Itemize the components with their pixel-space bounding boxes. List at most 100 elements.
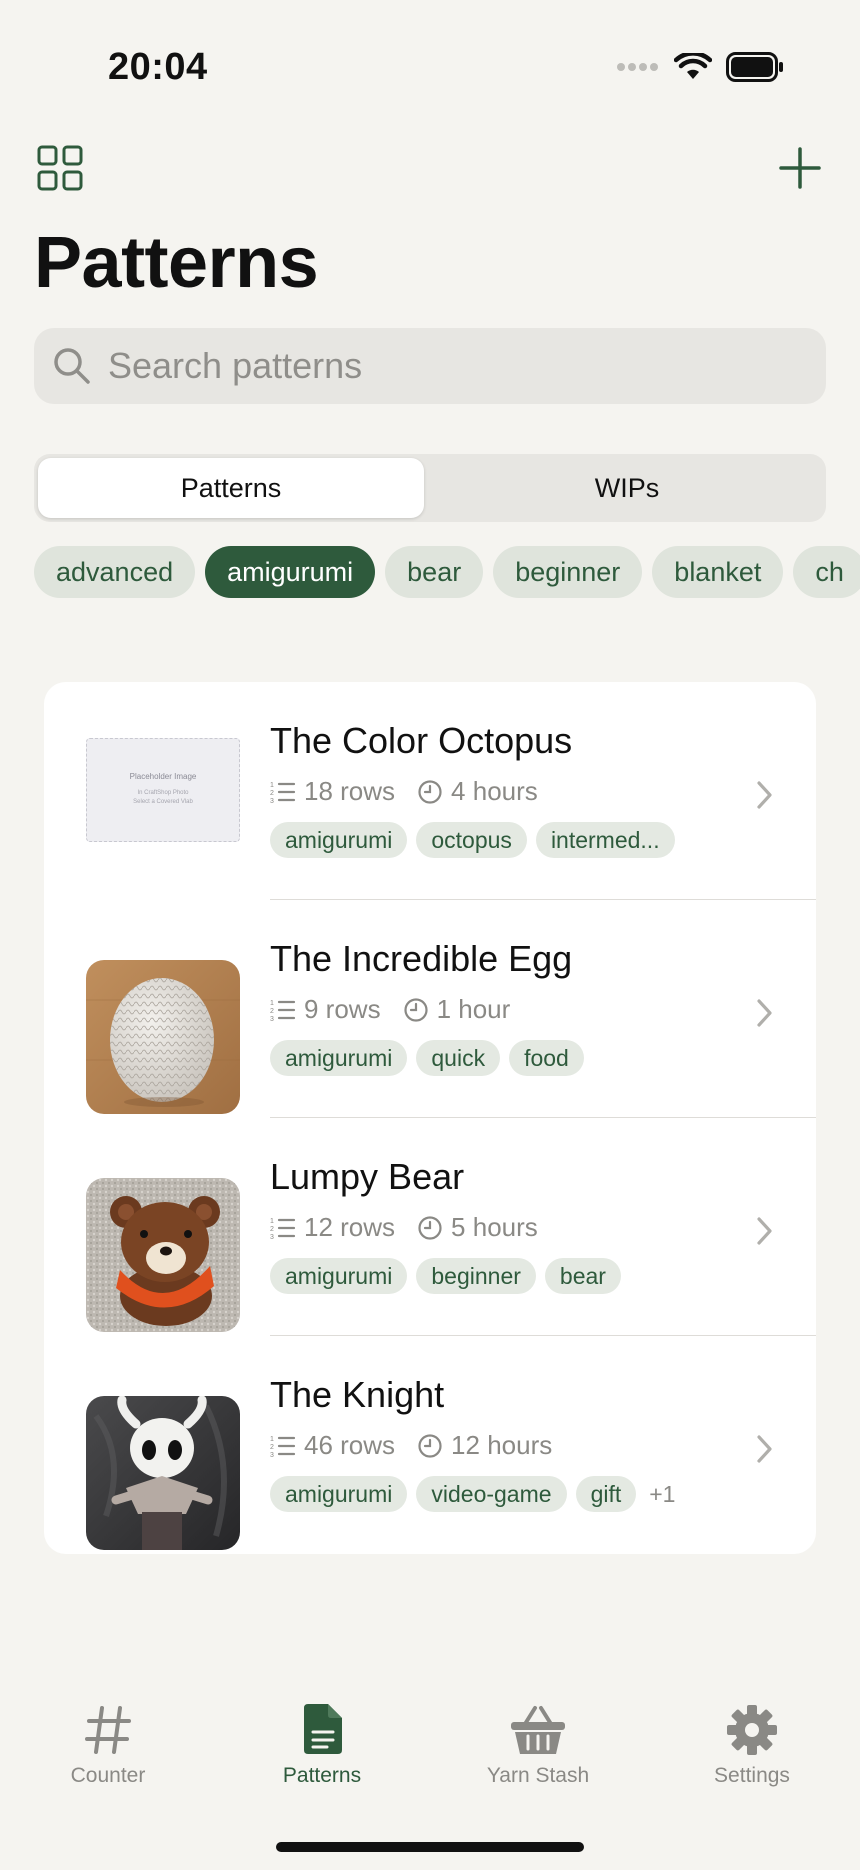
cellular-signal-icon: [617, 63, 658, 71]
chip-ch[interactable]: ch: [793, 546, 860, 598]
tag: amigurumi: [270, 1258, 408, 1294]
clock-icon: [418, 1433, 442, 1458]
grid-view-button[interactable]: [36, 144, 84, 192]
more-tags-count: +1: [649, 1480, 676, 1507]
svg-text:3: 3: [270, 798, 274, 805]
status-bar: 20:04: [0, 0, 860, 120]
search-bar[interactable]: [34, 328, 826, 404]
segment-patterns[interactable]: Patterns: [38, 458, 424, 518]
list-icon: 123: [270, 1436, 296, 1459]
pattern-thumbnail-knight: [86, 1396, 240, 1550]
pattern-row-lumpy-bear[interactable]: Lumpy Bear 123 12 rows 5 hours amigurumi…: [44, 1118, 816, 1336]
tag: amigurumi: [270, 1040, 408, 1076]
tag: quick: [416, 1040, 501, 1076]
time-estimate: 12 hours: [451, 1430, 553, 1460]
search-icon: [54, 348, 90, 384]
pattern-row-the-knight[interactable]: The Knight 123 46 rows 12 hours amigurum…: [44, 1336, 816, 1554]
pattern-title: The Color Octopus: [270, 720, 573, 761]
tab-label: Counter: [70, 1764, 146, 1787]
svg-text:1: 1: [270, 1218, 274, 1225]
tag: intermed...: [535, 822, 675, 858]
clock-icon: [418, 779, 442, 804]
pattern-thumbnail-egg: [86, 960, 240, 1114]
segment-wips[interactable]: WIPs: [434, 458, 820, 518]
pattern-thumbnail-bear: [86, 1178, 240, 1332]
tab-patterns[interactable]: Patterns: [222, 1696, 422, 1806]
svg-text:2: 2: [270, 1444, 274, 1451]
segmented-control: Patterns WIPs: [34, 454, 826, 522]
pattern-tags: amigurumi quick food: [270, 1040, 593, 1076]
row-count: 46 rows: [304, 1430, 396, 1460]
pattern-row-incredible-egg[interactable]: The Incredible Egg 123 9 rows 1 hour ami…: [44, 900, 816, 1118]
pattern-title: The Incredible Egg: [270, 938, 573, 979]
chip-blanket[interactable]: blanket: [652, 546, 784, 598]
plus-icon: [779, 147, 821, 189]
tag: video-game: [416, 1476, 567, 1512]
tag: gift: [575, 1476, 637, 1512]
status-time: 20:04: [108, 46, 208, 88]
pattern-title: Lumpy Bear: [270, 1156, 465, 1197]
add-pattern-button[interactable]: [776, 144, 824, 192]
pattern-title: The Knight: [270, 1374, 445, 1415]
home-indicator: [276, 1842, 584, 1852]
basket-icon: [511, 1706, 565, 1754]
list-icon: 123: [270, 782, 296, 805]
pattern-meta: 123 9 rows 1 hour: [270, 994, 510, 1025]
tab-label: Yarn Stash: [486, 1764, 590, 1787]
placeholder-sub1: In CraftShop Photo: [137, 790, 189, 796]
tag: amigurumi: [270, 1476, 408, 1512]
time-estimate: 5 hours: [451, 1212, 538, 1242]
placeholder-sub2: Select a Covered Vlab: [133, 799, 193, 805]
tab-yarn-stash[interactable]: Yarn Stash: [438, 1696, 638, 1806]
hash-icon: [85, 1706, 131, 1754]
time-estimate: 4 hours: [451, 776, 538, 806]
status-icons: [616, 52, 784, 82]
tag: bear: [544, 1258, 621, 1294]
chip-amigurumi[interactable]: amigurumi: [205, 546, 376, 598]
gear-icon: [727, 1705, 777, 1755]
chip-beginner[interactable]: beginner: [493, 546, 643, 598]
pattern-meta: 123 46 rows 12 hours: [270, 1430, 552, 1461]
svg-text:2: 2: [270, 1008, 274, 1015]
chevron-right-icon: [757, 1217, 772, 1245]
clock-icon: [403, 997, 428, 1022]
tab-settings[interactable]: Settings: [652, 1696, 852, 1806]
grid-icon: [37, 145, 83, 191]
svg-text:1: 1: [270, 1000, 274, 1007]
battery-icon: [726, 52, 783, 82]
row-count: 9 rows: [304, 994, 381, 1024]
list-icon: 123: [270, 1218, 296, 1241]
page-title: Patterns: [34, 223, 319, 303]
pattern-tags: amigurumi video-game gift +1: [270, 1476, 675, 1512]
time-estimate: 1 hour: [436, 994, 511, 1024]
clock-icon: [418, 1215, 442, 1240]
svg-text:2: 2: [270, 1226, 274, 1233]
wifi-icon: [674, 53, 712, 79]
pattern-row-color-octopus[interactable]: Placeholder Image In CraftShop Photo Sel…: [44, 682, 816, 900]
chip-bear[interactable]: bear: [385, 546, 484, 598]
pattern-meta: 123 12 rows 5 hours: [270, 1212, 538, 1243]
chip-advanced[interactable]: advanced: [34, 546, 196, 598]
pattern-tags: amigurumi octopus intermed...: [270, 822, 684, 858]
tab-bar: Counter Patterns Yarn Stash Settings: [0, 1696, 860, 1806]
document-icon: [304, 1704, 342, 1754]
chevron-right-icon: [757, 999, 772, 1027]
svg-text:3: 3: [270, 1234, 274, 1241]
row-count: 12 rows: [304, 1212, 396, 1242]
tag: food: [509, 1040, 584, 1076]
pattern-thumbnail-placeholder: Placeholder Image In CraftShop Photo Sel…: [86, 738, 240, 842]
chevron-right-icon: [757, 781, 772, 809]
chevron-right-icon: [757, 1435, 772, 1463]
pattern-meta: 123 18 rows 4 hours: [270, 776, 538, 807]
svg-text:3: 3: [270, 1016, 274, 1023]
tab-counter[interactable]: Counter: [8, 1696, 208, 1806]
tag-filter-chips: advanced amigurumi bear beginner blanket ch: [34, 546, 860, 600]
tag: octopus: [416, 822, 527, 858]
svg-text:1: 1: [270, 1436, 274, 1443]
tag: amigurumi: [270, 822, 408, 858]
search-input[interactable]: [106, 344, 790, 388]
pattern-list: Placeholder Image In CraftShop Photo Sel…: [44, 682, 816, 1554]
svg-text:1: 1: [270, 782, 274, 789]
svg-text:2: 2: [270, 790, 274, 797]
placeholder-label: Placeholder Image: [130, 772, 197, 781]
